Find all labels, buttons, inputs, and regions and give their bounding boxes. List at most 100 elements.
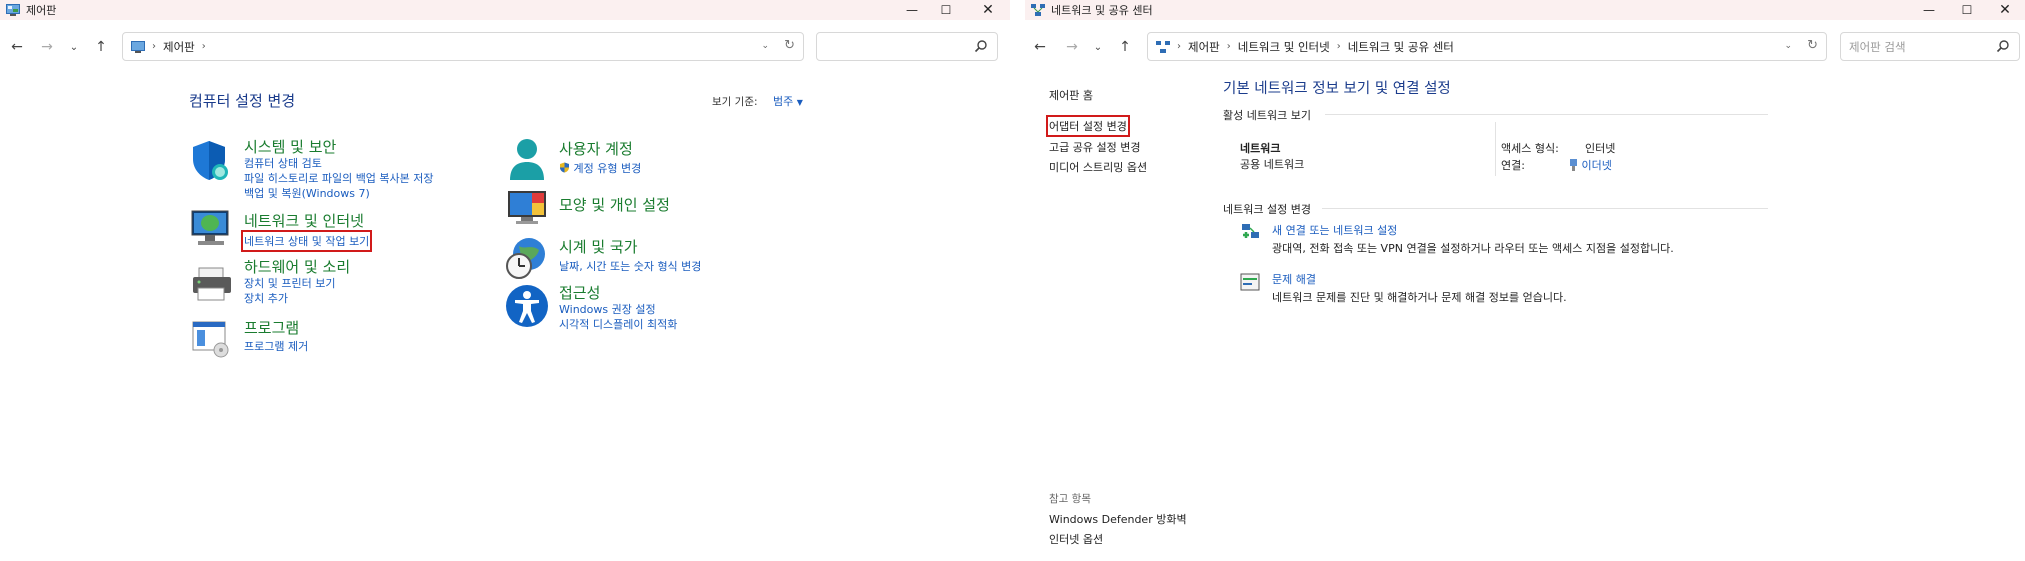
chevron-right-icon[interactable]: ›	[1227, 41, 1231, 52]
view-by-label: 보기 기준:	[712, 96, 758, 108]
link-network-status[interactable]: 네트워크 상태 및 작업 보기	[240, 230, 373, 252]
search-placeholder: 제어판 검색	[1849, 39, 1906, 54]
dropdown-arrow-icon: ▼	[796, 98, 803, 107]
category-system-security[interactable]: 시스템 및 보안	[244, 136, 336, 157]
minimize-button[interactable]: —	[1912, 0, 1946, 20]
link-review-status[interactable]: 컴퓨터 상태 검토	[244, 155, 322, 171]
window-title: 제어판	[26, 4, 57, 17]
connection-name: 이더넷	[1581, 159, 1612, 172]
recent-chevron-icon[interactable]: ⌄	[64, 37, 84, 57]
side-link-control-panel-home[interactable]: 제어판 홈	[1049, 87, 1093, 103]
access-type-value: 인터넷	[1585, 142, 1616, 155]
new-connection-desc: 광대역, 전화 접속 또는 VPN 연결을 설정하거나 라우터 또는 액세스 지…	[1272, 242, 1674, 255]
breadcrumb-item[interactable]: 제어판	[163, 39, 195, 55]
side-link-advanced-sharing[interactable]: 고급 공유 설정 변경	[1049, 139, 1140, 155]
link-change-account-type[interactable]: 계정 유형 변경	[559, 160, 641, 176]
category-hardware-sound[interactable]: 하드웨어 및 소리	[244, 256, 350, 277]
control-panel-icon	[6, 4, 20, 16]
ethernet-icon	[1570, 159, 1577, 171]
new-connection-icon	[1242, 224, 1259, 238]
network-center-icon	[1031, 4, 1045, 16]
forward-arrow-icon[interactable]: →	[1062, 37, 1082, 57]
see-also-internet-options[interactable]: 인터넷 옵션	[1049, 531, 1103, 547]
control-panel-window: 제어판 — ☐ ✕ ← → ⌄ ↑ › 제어판 › ⌄ ↻ 컴퓨터 설정 변경 …	[0, 0, 1010, 561]
chevron-right-icon: ›	[1177, 41, 1181, 52]
troubleshoot-icon	[1240, 273, 1260, 291]
chevron-right-icon: ›	[152, 41, 156, 52]
up-arrow-icon[interactable]: ↑	[91, 37, 111, 57]
link-add-device[interactable]: 장치 추가	[244, 290, 288, 306]
chevron-right-icon[interactable]: ›	[1337, 41, 1341, 52]
new-connection-link[interactable]: 새 연결 또는 네트워크 설정	[1272, 222, 1397, 238]
section-divider	[1325, 114, 1768, 115]
clock-globe-icon	[506, 238, 545, 279]
up-arrow-icon[interactable]: ↑	[1115, 37, 1135, 57]
search-input[interactable]: 제어판 검색	[1840, 32, 2020, 61]
maximize-button[interactable]: ☐	[929, 0, 963, 20]
link-devices-printers[interactable]: 장치 및 프린터 보기	[244, 275, 335, 291]
category-clock-region[interactable]: 시계 및 국가	[559, 236, 638, 257]
link-windows-recommended[interactable]: Windows 권장 설정	[559, 301, 656, 317]
category-user-accounts[interactable]: 사용자 계정	[559, 138, 633, 159]
chevron-right-icon[interactable]: ›	[202, 41, 206, 52]
title-bar: 제어판	[0, 0, 1010, 20]
troubleshoot-desc: 네트워크 문제를 진단 및 해결하거나 문제 해결 정보를 얻습니다.	[1272, 291, 1567, 304]
see-also-firewall[interactable]: Windows Defender 방화벽	[1049, 511, 1187, 527]
see-also-label: 참고 항목	[1049, 493, 1091, 505]
minimize-button[interactable]: —	[895, 0, 929, 20]
category-appearance[interactable]: 모양 및 개인 설정	[559, 194, 670, 215]
chevron-down-icon[interactable]: ⌄	[761, 41, 769, 51]
link-backup-restore[interactable]: 백업 및 복원(Windows 7)	[244, 185, 370, 201]
maximize-button[interactable]: ☐	[1950, 0, 1984, 20]
recent-chevron-icon[interactable]: ⌄	[1088, 37, 1108, 57]
search-icon[interactable]	[1996, 39, 2010, 53]
printer-icon	[193, 267, 231, 301]
connections-label: 연결:	[1501, 159, 1525, 172]
back-arrow-icon[interactable]: ←	[1030, 37, 1050, 57]
search-icon[interactable]	[974, 39, 988, 53]
refresh-icon[interactable]: ↻	[1807, 38, 1818, 53]
link-uninstall-program[interactable]: 프로그램 제거	[244, 338, 308, 354]
programs-icon	[192, 321, 229, 358]
address-field[interactable]: › 제어판 › 네트워크 및 인터넷 › 네트워크 및 공유 센터 ⌄ ↻	[1147, 32, 1827, 61]
access-type-label: 액세스 형식:	[1501, 142, 1559, 155]
ethernet-connection-link[interactable]: 이더넷	[1569, 157, 1612, 173]
view-by-dropdown[interactable]: 범주 ▼	[773, 93, 803, 109]
category-programs[interactable]: 프로그램	[244, 317, 299, 338]
link-date-time-format[interactable]: 날짜, 시간 또는 숫자 형식 변경	[559, 258, 701, 274]
link-file-history[interactable]: 파일 히스토리로 파일의 백업 복사본 저장	[244, 170, 434, 186]
category-ease-of-access[interactable]: 접근성	[559, 282, 600, 303]
network-icon	[191, 210, 229, 245]
close-button[interactable]: ✕	[971, 0, 1005, 20]
link-optimize-display[interactable]: 시각적 디스플레이 최적화	[559, 316, 677, 332]
side-link-media-streaming[interactable]: 미디어 스트리밍 옵션	[1049, 159, 1147, 175]
category-network-internet[interactable]: 네트워크 및 인터넷	[244, 210, 364, 231]
side-link-change-adapter-settings[interactable]: 어댑터 설정 변경	[1046, 115, 1130, 137]
control-panel-icon	[131, 40, 145, 53]
user-icon	[510, 139, 544, 180]
column-divider	[1495, 122, 1496, 176]
network-center-icon	[1156, 40, 1170, 53]
network-name: 네트워크	[1240, 142, 1281, 155]
breadcrumb-item[interactable]: 네트워크 및 공유 센터	[1348, 39, 1454, 55]
appearance-icon	[508, 191, 546, 224]
title-bar: 네트워크 및 공유 센터	[1025, 0, 2025, 20]
address-field[interactable]: › 제어판 › ⌄ ↻	[122, 32, 804, 61]
search-input[interactable]	[816, 32, 998, 61]
refresh-icon[interactable]: ↻	[784, 38, 795, 53]
close-button[interactable]: ✕	[1988, 0, 2022, 20]
network-sharing-center-window: 네트워크 및 공유 센터 — ☐ ✕ ← → ⌄ ↑ › 제어판 › 네트워크 …	[1025, 0, 2025, 561]
uac-shield-icon	[560, 162, 569, 173]
change-settings-label: 네트워크 설정 변경	[1223, 203, 1311, 216]
chevron-down-icon[interactable]: ⌄	[1784, 41, 1792, 51]
shield-icon	[193, 141, 228, 180]
network-type: 공용 네트워크	[1240, 158, 1305, 171]
view-by-value: 범주	[773, 95, 794, 108]
back-arrow-icon[interactable]: ←	[7, 37, 27, 57]
breadcrumb-item[interactable]: 제어판	[1188, 39, 1220, 55]
address-bar-row: ← → ⌄ ↑ › 제어판 › ⌄ ↻	[0, 28, 1010, 66]
forward-arrow-icon[interactable]: →	[37, 37, 57, 57]
troubleshoot-link[interactable]: 문제 해결	[1272, 271, 1316, 287]
accessibility-icon	[506, 285, 548, 327]
breadcrumb-item[interactable]: 네트워크 및 인터넷	[1238, 39, 1330, 55]
